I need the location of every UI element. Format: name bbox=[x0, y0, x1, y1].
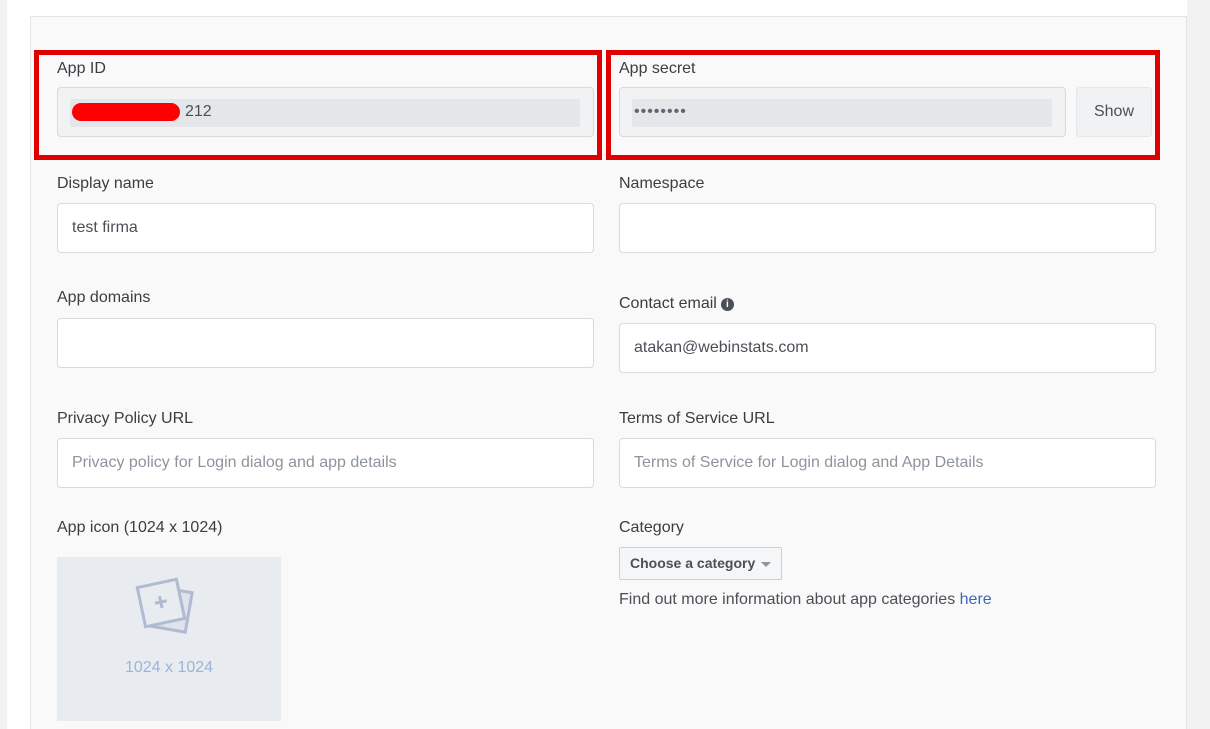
contact-email-label-text: Contact email bbox=[619, 295, 717, 312]
privacy-policy-label: Privacy Policy URL bbox=[57, 410, 194, 427]
highlight-frame-app-secret bbox=[606, 50, 1160, 160]
app-icon-caption: 1024 x 1024 bbox=[124, 659, 214, 676]
namespace-label: Namespace bbox=[619, 175, 705, 192]
contact-email-value: atakan@webinstats.com bbox=[634, 339, 809, 356]
app-domains-label: App domains bbox=[57, 289, 151, 306]
terms-of-service-input[interactable]: Terms of Service for Login dialog and Ap… bbox=[619, 438, 1156, 488]
category-info: Find out more information about app cate… bbox=[619, 591, 992, 609]
terms-of-service-placeholder: Terms of Service for Login dialog and Ap… bbox=[634, 454, 984, 471]
category-info-text: Find out more information about app cate… bbox=[619, 591, 960, 608]
display-name-value: test firma bbox=[72, 219, 138, 236]
app-icon-label: App icon (1024 x 1024) bbox=[57, 519, 223, 536]
display-name-input[interactable]: test firma bbox=[57, 203, 594, 253]
contact-email-input[interactable]: atakan@webinstats.com bbox=[619, 323, 1156, 373]
contact-email-label: Contact email i bbox=[619, 295, 734, 313]
display-name-label: Display name bbox=[57, 175, 154, 192]
privacy-policy-placeholder: Privacy policy for Login dialog and app … bbox=[72, 454, 397, 471]
category-select[interactable]: Choose a category bbox=[619, 547, 783, 580]
app-icon-upload[interactable]: 1024 x 1024 bbox=[57, 557, 281, 721]
terms-of-service-label: Terms of Service URL bbox=[619, 410, 775, 427]
namespace-input[interactable] bbox=[619, 203, 1156, 253]
privacy-policy-input[interactable]: Privacy policy for Login dialog and app … bbox=[57, 438, 594, 488]
app-domains-input[interactable] bbox=[57, 318, 594, 368]
info-icon[interactable]: i bbox=[720, 298, 734, 311]
category-label: Category bbox=[619, 519, 684, 536]
category-select-label: Choose a category bbox=[630, 555, 756, 571]
caret-down-icon bbox=[761, 561, 772, 567]
category-info-link[interactable]: here bbox=[960, 591, 992, 608]
highlight-frame-app-id bbox=[34, 50, 602, 160]
image-add-icon bbox=[135, 577, 194, 634]
